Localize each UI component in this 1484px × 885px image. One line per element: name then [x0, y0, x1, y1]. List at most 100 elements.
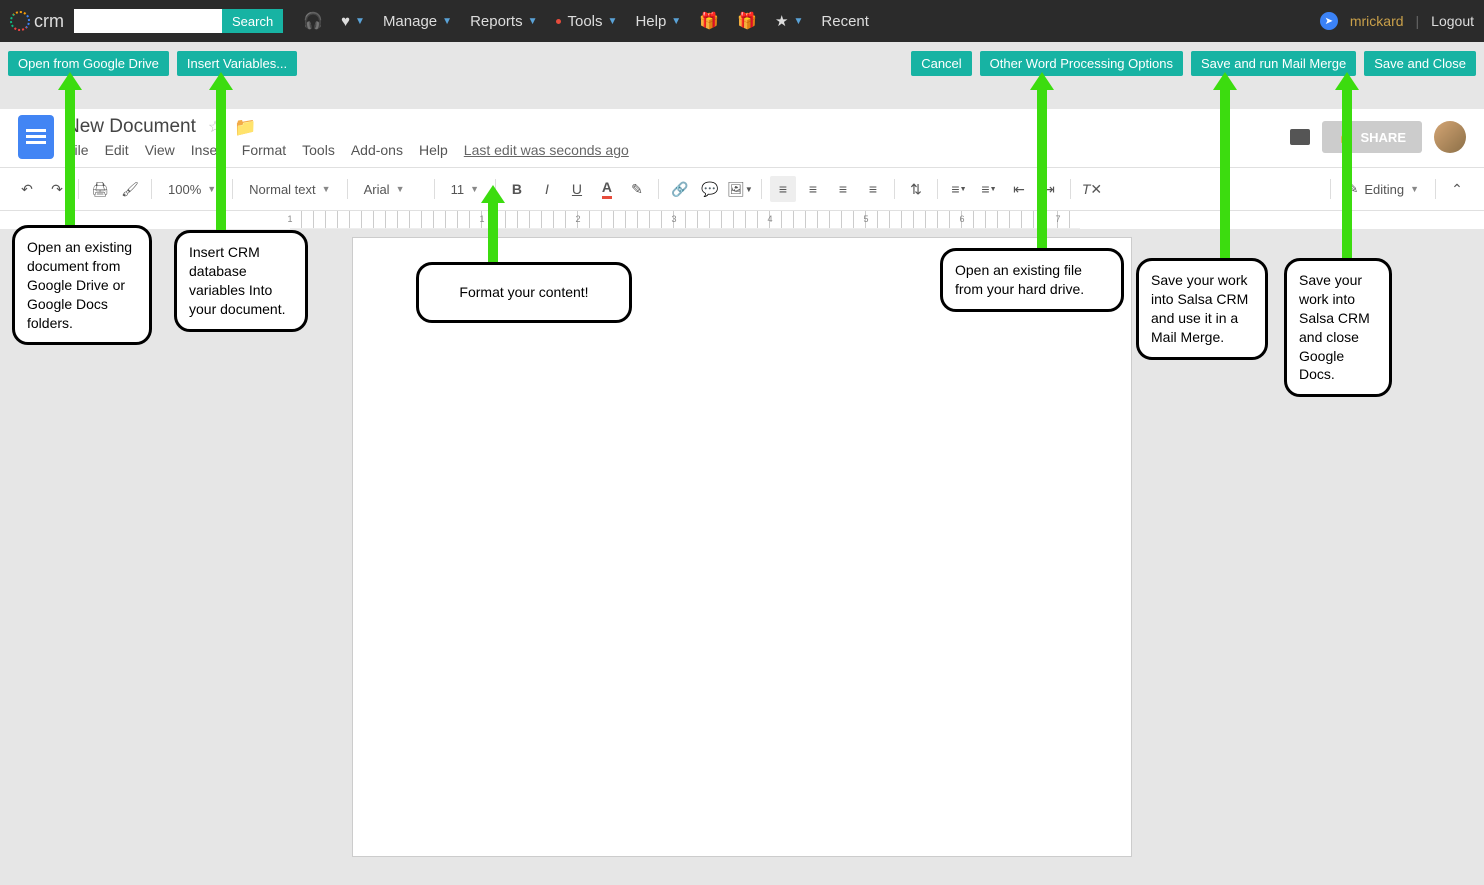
toolbar-separator	[434, 179, 435, 199]
star-menu[interactable]: ★▼	[775, 12, 803, 30]
ruler-number: 5	[863, 214, 868, 224]
search-button[interactable]: Search	[222, 9, 283, 33]
search-form: Search	[74, 9, 283, 33]
folder-icon[interactable]: 📁	[234, 117, 256, 138]
paint-format-button[interactable]: 🖌	[117, 176, 143, 202]
bulleted-list-button[interactable]: ≡▼	[976, 176, 1002, 202]
gift-icon-2[interactable]: 🎁	[737, 11, 757, 31]
crm-right: ➤ mrickard | Logout	[1320, 12, 1474, 30]
horizontal-ruler[interactable]: 1 1 2 3 4 5 6 7	[290, 211, 1080, 229]
insert-image-button[interactable]: 🖼▼	[727, 176, 753, 202]
headphones-icon[interactable]: 🎧	[303, 11, 323, 31]
nav-items: 🎧 ♥▼ Manage▼ Reports▼ Tools▼ Help▼ 🎁 🎁 ★…	[303, 11, 869, 31]
ruler-number: 4	[767, 214, 772, 224]
chevron-down-icon: ▼	[671, 16, 681, 27]
title-area: New Document ☆ 📁 File Edit View Insert F…	[66, 116, 629, 158]
align-right-button[interactable]: ≡	[830, 176, 856, 202]
paragraph-style-dropdown[interactable]: Normal text▼	[241, 176, 338, 202]
menu-addons[interactable]: Add-ons	[351, 142, 403, 158]
text-color-button[interactable]: A	[594, 176, 620, 202]
bold-button[interactable]: B	[504, 176, 530, 202]
docs-logo-icon[interactable]	[18, 115, 54, 159]
insert-comment-button[interactable]: 💬	[697, 176, 723, 202]
toolbar-separator	[232, 179, 233, 199]
chevron-down-icon: ▼	[470, 184, 479, 194]
clear-formatting-button[interactable]: T✕	[1079, 176, 1105, 202]
heart-icon: ♥	[341, 13, 350, 30]
crm-logo-text: crm	[34, 11, 64, 32]
toolbar-separator	[761, 179, 762, 199]
logout-link[interactable]: Logout	[1431, 13, 1474, 29]
italic-button[interactable]: I	[534, 176, 560, 202]
nav-recent[interactable]: Recent	[821, 13, 869, 30]
notification-dot	[556, 19, 561, 24]
collapse-toolbar-button[interactable]: ⌃	[1444, 176, 1470, 202]
chevron-down-icon: ▼	[794, 16, 804, 27]
document-title[interactable]: New Document	[66, 116, 196, 138]
menu-format[interactable]: Format	[242, 142, 286, 158]
decrease-indent-button[interactable]: ⇤	[1006, 176, 1032, 202]
nav-reports[interactable]: Reports▼	[470, 13, 537, 30]
gift-icon[interactable]: 🎁	[699, 11, 719, 31]
callout-format: Format your content!	[416, 262, 632, 323]
line-spacing-button[interactable]: ⇅	[903, 176, 929, 202]
toolbar-separator	[151, 179, 152, 199]
crm-logo: crm	[10, 11, 64, 32]
save-and-close-button[interactable]: Save and Close	[1364, 51, 1476, 76]
insert-link-button[interactable]: 🔗	[667, 176, 693, 202]
ruler-number: 1	[479, 214, 484, 224]
highlight-button[interactable]: ✎	[624, 176, 650, 202]
nav-help[interactable]: Help▼	[635, 13, 681, 30]
title-row: New Document ☆ 📁	[66, 116, 629, 138]
ruler-number: 6	[959, 214, 964, 224]
toolbar-separator	[1435, 179, 1436, 199]
numbered-list-button[interactable]: ≡▼	[946, 176, 972, 202]
cancel-button[interactable]: Cancel	[911, 51, 971, 76]
chevron-down-icon: ▼	[355, 16, 365, 27]
toolbar-separator	[894, 179, 895, 199]
menu-view[interactable]: View	[145, 142, 175, 158]
align-center-button[interactable]: ≡	[800, 176, 826, 202]
ruler-number: 1	[287, 214, 292, 224]
chevron-down-icon: ▼	[396, 184, 405, 194]
ruler-number: 2	[575, 214, 580, 224]
undo-button[interactable]: ↶	[14, 176, 40, 202]
chevron-down-icon: ▼	[1410, 184, 1419, 194]
insert-variables-button[interactable]: Insert Variables...	[177, 51, 297, 76]
callout-insert-vars: Insert CRM database variables Into your …	[174, 230, 308, 332]
menu-help[interactable]: Help	[419, 142, 448, 158]
crm-top-bar: crm Search 🎧 ♥▼ Manage▼ Reports▼ Tools▼ …	[0, 0, 1484, 42]
user-avatar[interactable]	[1434, 121, 1466, 153]
comments-icon[interactable]	[1290, 129, 1310, 145]
menu-tools[interactable]: Tools	[302, 142, 335, 158]
last-edit-link[interactable]: Last edit was seconds ago	[464, 142, 629, 158]
chevron-down-icon: ▼	[207, 184, 216, 194]
print-button[interactable]: 🖨	[87, 176, 113, 202]
nav-tools[interactable]: Tools▼	[556, 13, 618, 30]
editing-mode-dropdown[interactable]: ✎Editing▼	[1339, 176, 1427, 202]
toolbar-separator	[1330, 179, 1331, 199]
menu-edit[interactable]: Edit	[105, 142, 129, 158]
open-from-drive-button[interactable]: Open from Google Drive	[8, 51, 169, 76]
underline-button[interactable]: U	[564, 176, 590, 202]
other-word-processing-button[interactable]: Other Word Processing Options	[980, 51, 1183, 76]
docs-header-right: 🔒 SHARE	[1290, 121, 1466, 153]
favorites-menu[interactable]: ♥▼	[341, 13, 365, 30]
chevron-down-icon: ▼	[442, 16, 452, 27]
search-input[interactable]	[74, 9, 222, 33]
share-button[interactable]: 🔒 SHARE	[1322, 121, 1422, 153]
callout-open-file: Open an existing file from your hard dri…	[940, 248, 1124, 312]
font-dropdown[interactable]: Arial▼	[356, 176, 426, 202]
align-left-button[interactable]: ≡	[770, 176, 796, 202]
star-icon: ★	[775, 12, 788, 30]
document-page[interactable]	[352, 237, 1132, 857]
user-badge-icon: ➤	[1320, 12, 1338, 30]
callout-open-drive: Open an existing document from Google Dr…	[12, 225, 152, 345]
align-justify-button[interactable]: ≡	[860, 176, 886, 202]
toolbar-separator	[78, 179, 79, 199]
menu-bar: File Edit View Insert Format Tools Add-o…	[66, 142, 629, 158]
nav-manage[interactable]: Manage▼	[383, 13, 452, 30]
username-label[interactable]: mrickard	[1350, 13, 1404, 29]
chevron-down-icon: ▼	[322, 184, 331, 194]
zoom-dropdown[interactable]: 100%▼	[160, 176, 224, 202]
